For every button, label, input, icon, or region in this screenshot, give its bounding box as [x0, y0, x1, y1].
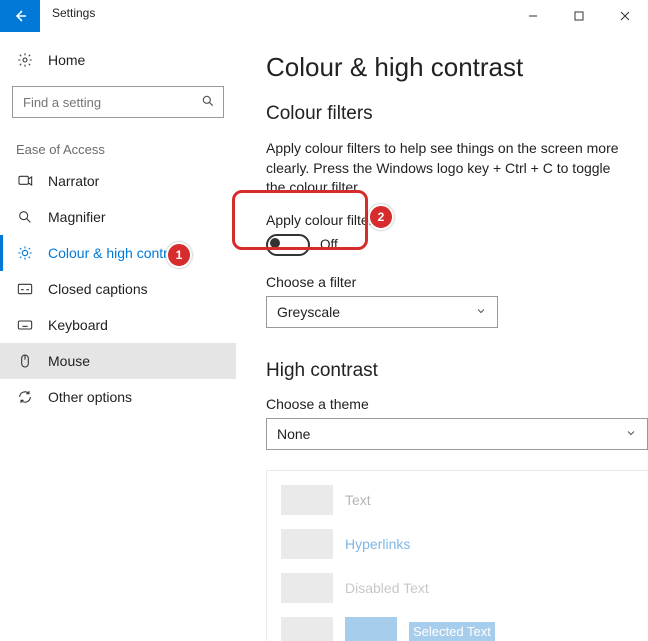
- maximize-button[interactable]: [556, 0, 602, 32]
- sidebar-item-keyboard[interactable]: Keyboard: [0, 307, 236, 343]
- nav-home[interactable]: Home: [0, 42, 236, 78]
- chevron-down-icon: [475, 304, 487, 320]
- theme-preview: Text Hyperlinks Disabled Text Selected T…: [266, 470, 648, 641]
- captions-icon: [16, 281, 34, 297]
- page-title: Colour & high contrast: [266, 52, 648, 83]
- window-title: Settings: [40, 0, 107, 32]
- sidebar-item-captions[interactable]: Closed captions: [0, 271, 236, 307]
- sidebar-item-narrator[interactable]: Narrator: [0, 163, 236, 199]
- close-button[interactable]: [602, 0, 648, 32]
- sidebar-item-label: Magnifier: [48, 209, 106, 225]
- sidebar-item-label: Mouse: [48, 353, 90, 369]
- colour-filters-desc: Apply colour filters to help see things …: [266, 139, 626, 198]
- filter-select[interactable]: Greyscale: [266, 296, 498, 328]
- annotation-2: 2: [368, 204, 394, 230]
- search-icon: [201, 94, 215, 111]
- search-input[interactable]: [21, 94, 201, 111]
- minimize-button[interactable]: [510, 0, 556, 32]
- mouse-icon: [16, 353, 34, 369]
- preview-disabled: Disabled Text: [345, 580, 429, 596]
- titlebar: Settings: [0, 0, 648, 32]
- preview-text: Text: [345, 492, 371, 508]
- filter-value: Greyscale: [277, 304, 340, 320]
- theme-value: None: [277, 426, 310, 442]
- preview-swatch: [281, 617, 333, 641]
- back-button[interactable]: [0, 0, 40, 32]
- sidebar-item-label: Other options: [48, 389, 132, 405]
- chevron-down-icon: [625, 426, 637, 442]
- sidebar-item-colour[interactable]: Colour & high contrast: [0, 235, 236, 271]
- sidebar-item-label: Narrator: [48, 173, 99, 189]
- preview-swatch: [281, 485, 333, 515]
- high-contrast-heading: High contrast: [266, 360, 648, 382]
- annotation-1: 1: [166, 242, 192, 268]
- choose-theme-label: Choose a theme: [266, 396, 648, 412]
- narrator-icon: [16, 173, 34, 189]
- preview-swatch: [281, 529, 333, 559]
- sidebar-item-label: Closed captions: [48, 281, 148, 297]
- nav-home-label: Home: [48, 52, 85, 68]
- arrow-sync-icon: [16, 389, 34, 405]
- gear-icon: [16, 52, 34, 68]
- annotation-highlight: [232, 190, 368, 250]
- theme-select[interactable]: None: [266, 418, 648, 450]
- sidebar-item-other[interactable]: Other options: [0, 379, 236, 415]
- choose-filter-label: Choose a filter: [266, 274, 648, 290]
- preview-swatch-selected: [345, 617, 397, 641]
- sidebar-item-mouse[interactable]: Mouse: [0, 343, 236, 379]
- sidebar-item-label: Keyboard: [48, 317, 108, 333]
- sidebar: Home Ease of Access Narrator Magnifier: [0, 32, 236, 641]
- magnifier-icon: [16, 209, 34, 225]
- preview-selected: Selected Text: [409, 622, 495, 641]
- brightness-icon: [16, 245, 34, 261]
- content: Colour & high contrast Colour filters Ap…: [236, 32, 648, 641]
- keyboard-icon: [16, 317, 34, 333]
- search-input-wrap[interactable]: [12, 86, 224, 118]
- colour-filters-heading: Colour filters: [266, 103, 648, 125]
- sidebar-item-magnifier[interactable]: Magnifier: [0, 199, 236, 235]
- sidebar-section-title: Ease of Access: [0, 136, 236, 163]
- preview-swatch: [281, 573, 333, 603]
- preview-hyperlinks: Hyperlinks: [345, 536, 410, 552]
